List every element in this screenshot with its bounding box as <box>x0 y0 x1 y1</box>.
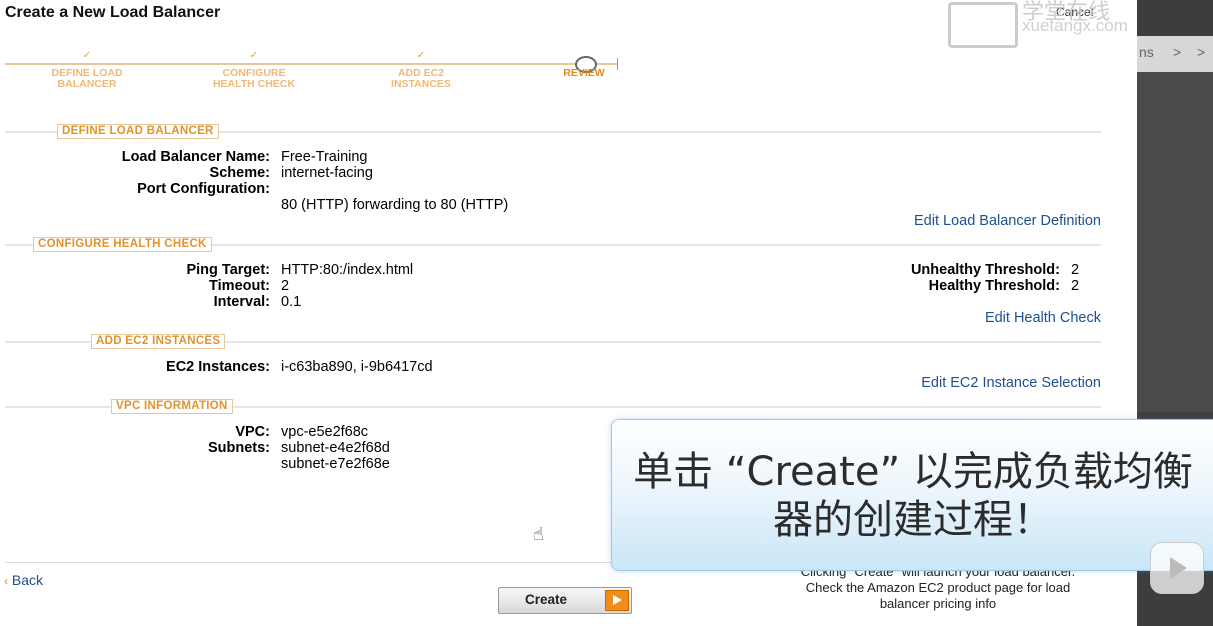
hand-cursor-icon: ☝ <box>533 524 544 544</box>
step-label: DEFINE LOAD BALANCER <box>51 67 123 90</box>
create-button-label: Create <box>525 592 568 607</box>
section-header-ec2: ADD EC2 INSTANCES <box>91 334 226 349</box>
subnet-value: subnet-e7e2f68e <box>281 456 390 472</box>
vpc-value: vpc-e5e2f68c <box>281 424 369 440</box>
section-header-health: CONFIGURE HEALTH CHECK <box>33 237 212 252</box>
check-icon: ✓ <box>249 50 259 61</box>
subnets-label: Subnets: <box>207 440 270 456</box>
create-note-line: Check the Amazon EC2 product page for lo… <box>805 580 1071 595</box>
step-label: CONFIGURE HEALTH CHECK <box>212 67 296 90</box>
port-configuration-value: 80 (HTTP) forwarding to 80 (HTTP) <box>281 197 509 213</box>
video-play-icon[interactable] <box>1150 542 1204 594</box>
timeout-value: 2 <box>281 278 290 294</box>
create-note: Clicking "Create" will launch your load … <box>752 564 1124 612</box>
timeout-label: Timeout: <box>209 278 270 294</box>
ping-target-label: Ping Target: <box>186 262 270 278</box>
load-balancer-name-value: Free-Training <box>281 149 368 165</box>
background-panel <box>1137 72 1213 412</box>
wizard-step-ec2[interactable]: ✓ ADD EC2 INSTANCES <box>361 50 481 90</box>
scheme-label: Scheme: <box>209 165 270 181</box>
chevron-left-icon: ‹ <box>4 574 8 588</box>
background-nav-text: ns <box>1139 44 1154 60</box>
watermark-url: xuetangx.com <box>1022 16 1128 35</box>
unhealthy-threshold-label: Unhealthy Threshold: <box>910 262 1060 278</box>
section-header-define: DEFINE LOAD BALANCER <box>57 124 219 139</box>
unhealthy-threshold-value: 2 <box>1071 262 1080 278</box>
port-configuration-label: Port Configuration: <box>137 181 270 197</box>
check-icon: ✓ <box>82 50 92 61</box>
chevron-right-icon: > <box>1173 44 1182 60</box>
step-label: ADD EC2 INSTANCES <box>391 67 451 90</box>
edit-ec2-instance-selection-link[interactable]: Edit EC2 Instance Selection <box>921 375 1101 391</box>
watermark: 学堂在线 xuetangx.com <box>948 0 1213 48</box>
load-balancer-name-label: Load Balancer Name: <box>121 149 270 165</box>
watermark-logo-icon <box>948 2 1018 48</box>
interval-label: Interval: <box>213 294 270 310</box>
check-icon: ✓ <box>416 50 426 61</box>
section-header-vpc: VPC INFORMATION <box>111 399 233 414</box>
interval-value: 0.1 <box>281 294 302 310</box>
vpc-label: VPC: <box>235 424 270 440</box>
step-label: REVIEW <box>563 67 605 79</box>
caption-text: 单击 “Create” 以完成负载均衡 器的创建过程！ <box>633 449 1193 543</box>
edit-load-balancer-definition-link[interactable]: Edit Load Balancer Definition <box>914 213 1101 229</box>
healthy-threshold-label: Healthy Threshold: <box>928 278 1060 294</box>
caption-bubble: 单击 “Create” 以完成负载均衡 器的创建过程！ <box>611 419 1213 571</box>
create-note-line: balancer pricing info <box>879 596 997 611</box>
ec2-instances-value: i-c63ba890, i-9b6417cd <box>281 359 433 375</box>
create-button[interactable]: Create <box>498 587 632 614</box>
wizard-step-review: REVIEW <box>524 52 644 79</box>
play-arrow-icon <box>605 590 629 611</box>
back-link[interactable]: ‹ Back <box>4 572 43 588</box>
dialog-title: Create a New Load Balancer <box>5 4 221 21</box>
wizard-step-define[interactable]: ✓ DEFINE LOAD BALANCER <box>27 50 147 90</box>
chevron-right-icon: > <box>1197 44 1206 60</box>
scheme-value: internet-facing <box>281 165 373 181</box>
ec2-instances-label: EC2 Instances: <box>166 359 270 375</box>
healthy-threshold-value: 2 <box>1071 278 1080 294</box>
wizard-step-health[interactable]: ✓ CONFIGURE HEALTH CHECK <box>194 50 314 90</box>
edit-health-check-link[interactable]: Edit Health Check <box>985 310 1101 326</box>
subnet-value: subnet-e4e2f68d <box>281 440 390 456</box>
footer-divider <box>5 562 613 563</box>
ping-target-value: HTTP:80:/index.html <box>281 262 414 278</box>
